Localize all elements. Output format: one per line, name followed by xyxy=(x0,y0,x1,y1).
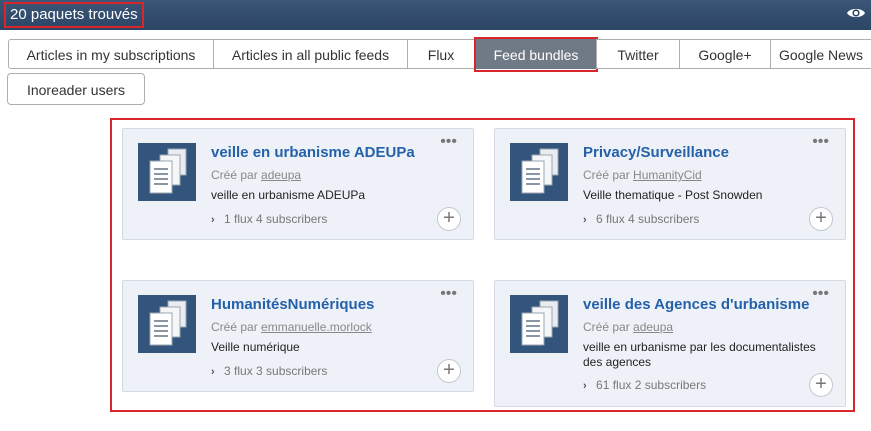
bundle-stats[interactable]: › 6 flux 4 subscribers xyxy=(583,212,699,226)
tab-google-news[interactable]: Google News xyxy=(770,39,871,69)
bundle-card[interactable]: veille des Agences d'urbanisme Créé par … xyxy=(494,280,846,407)
more-icon[interactable]: ••• xyxy=(812,286,829,302)
bundle-title[interactable]: veille en urbanisme ADEUPa xyxy=(211,144,415,161)
subscriber-count: 4 subscribers xyxy=(256,212,328,226)
tab-articles-in-my-subscriptions[interactable]: Articles in my subscriptions xyxy=(8,39,214,69)
bundle-stats[interactable]: › 1 flux 4 subscribers xyxy=(211,212,327,226)
bundle-stats[interactable]: › 61 flux 2 subscribers xyxy=(583,378,706,392)
created-by-label: Créé par xyxy=(583,168,630,182)
flux-count: 61 flux xyxy=(596,378,632,392)
result-count: 20 paquets trouvés xyxy=(4,2,144,28)
add-bundle-button[interactable]: + xyxy=(437,359,461,383)
tab-articles-in-all-public-feeds[interactable]: Articles in all public feeds xyxy=(213,39,408,69)
flux-count: 1 flux xyxy=(224,212,253,226)
flux-count: 3 flux xyxy=(224,364,253,378)
bundle-documents-icon xyxy=(510,143,568,201)
chevron-right-icon: › xyxy=(211,366,215,378)
tab-inoreader-users[interactable]: Inoreader users xyxy=(7,73,145,105)
chevron-right-icon: › xyxy=(583,214,587,226)
flux-count: 6 flux xyxy=(596,212,625,226)
plus-icon: + xyxy=(443,359,455,381)
created-by-label: Créé par xyxy=(211,168,258,182)
bundle-description: veille en urbanisme ADEUPa xyxy=(211,188,366,202)
tab-google-plus[interactable]: Google+ xyxy=(679,39,771,69)
add-bundle-button[interactable]: + xyxy=(437,207,461,231)
bundle-documents-icon xyxy=(510,295,568,353)
bundle-card[interactable]: veille en urbanisme ADEUPa Créé par adeu… xyxy=(122,128,474,240)
author-link[interactable]: emmanuelle.morlock xyxy=(261,320,372,334)
chevron-right-icon: › xyxy=(211,214,215,226)
bundle-card[interactable]: Privacy/Surveillance Créé par HumanityCi… xyxy=(494,128,846,240)
created-by-label: Créé par xyxy=(583,320,630,334)
add-bundle-button[interactable]: + xyxy=(809,207,833,231)
chevron-right-icon: › xyxy=(583,380,587,392)
bundle-title[interactable]: HumanitésNumériques xyxy=(211,296,374,313)
subscriber-count: 3 subscribers xyxy=(256,364,328,378)
plus-icon: + xyxy=(443,207,455,229)
plus-icon: + xyxy=(815,207,827,229)
plus-icon: + xyxy=(815,373,827,395)
bundle-title[interactable]: Privacy/Surveillance xyxy=(583,144,729,161)
bundle-description: Veille thematique - Post Snowden xyxy=(583,188,763,202)
created-by-label: Créé par xyxy=(211,320,258,334)
more-icon[interactable]: ••• xyxy=(440,286,457,302)
bundle-author: Créé par adeupa xyxy=(211,168,301,182)
author-link[interactable]: adeupa xyxy=(261,168,301,182)
tab-flux[interactable]: Flux xyxy=(407,39,475,69)
top-bar: 20 paquets trouvés xyxy=(0,0,871,30)
bundle-documents-icon xyxy=(138,295,196,353)
subscriber-count: 4 subscribers xyxy=(628,212,700,226)
bundle-author: Créé par adeupa xyxy=(583,320,673,334)
bundle-description: Veille numérique xyxy=(211,340,300,354)
bundle-stats[interactable]: › 3 flux 3 subscribers xyxy=(211,364,327,378)
eye-icon[interactable] xyxy=(846,6,866,20)
subscriber-count: 2 subscribers xyxy=(634,378,707,392)
bundle-documents-icon xyxy=(138,143,196,201)
author-link[interactable]: HumanityCid xyxy=(633,168,702,182)
more-icon[interactable]: ••• xyxy=(812,134,829,150)
bundle-title[interactable]: veille des Agences d'urbanisme xyxy=(583,296,809,313)
author-link[interactable]: adeupa xyxy=(633,320,673,334)
bundle-results-panel: veille en urbanisme ADEUPa Créé par adeu… xyxy=(110,118,855,412)
tab-feed-bundles[interactable]: Feed bundles xyxy=(476,39,596,69)
bundle-author: Créé par HumanityCid xyxy=(583,168,702,182)
add-bundle-button[interactable]: + xyxy=(809,373,833,397)
bundle-card[interactable]: HumanitésNumériques Créé par emmanuelle.… xyxy=(122,280,474,392)
bundle-description: veille en urbanisme par les documentalis… xyxy=(583,340,816,369)
bundle-author: Créé par emmanuelle.morlock xyxy=(211,320,372,334)
more-icon[interactable]: ••• xyxy=(440,134,457,150)
tab-twitter[interactable]: Twitter xyxy=(596,39,680,69)
